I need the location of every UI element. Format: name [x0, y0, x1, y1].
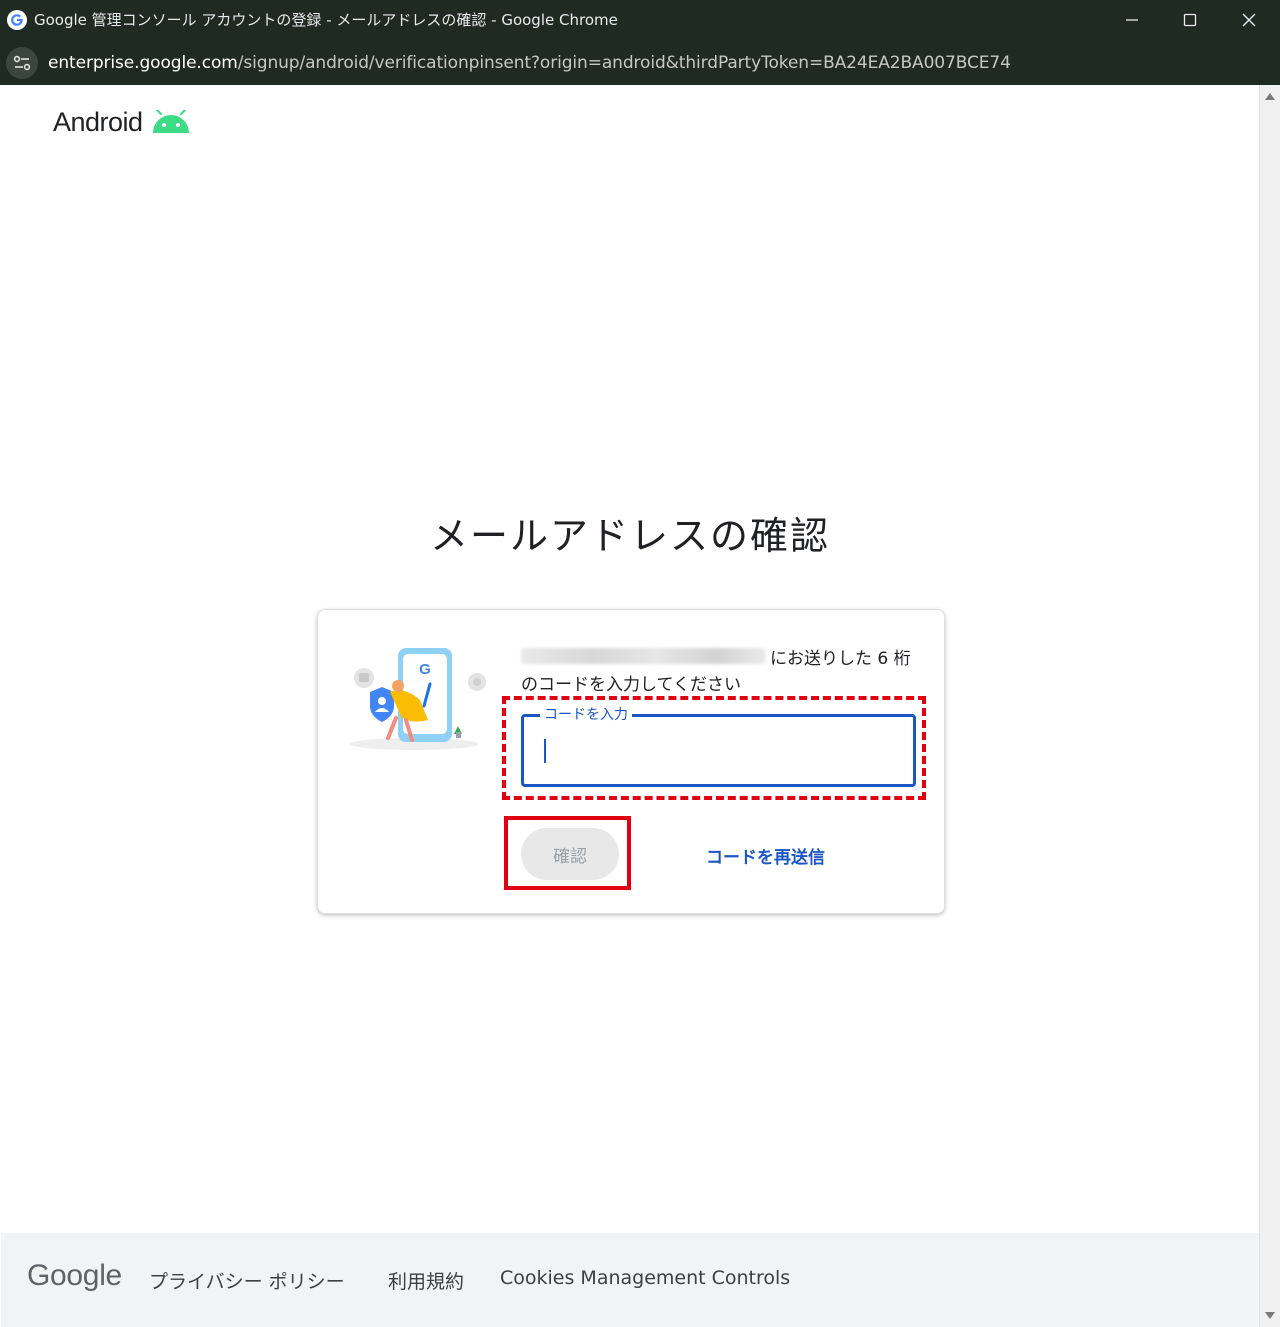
address-bar[interactable]: enterprise.google.com/signup/android/ver…	[0, 40, 1280, 85]
minimize-button[interactable]	[1103, 0, 1161, 40]
text-caret	[544, 739, 546, 763]
scroll-up-arrow-icon[interactable]	[1264, 91, 1276, 101]
verification-card: G にお送りした 6 桁 のコードを入力してください コードを入力 確認 コード…	[317, 609, 945, 914]
scroll-down-arrow-icon[interactable]	[1264, 1311, 1276, 1321]
minimize-icon	[1126, 19, 1138, 21]
url-text[interactable]: enterprise.google.com/signup/android/ver…	[48, 52, 1011, 74]
instruction-text-line1: にお送りした 6 桁	[770, 649, 911, 669]
tune-icon	[13, 55, 31, 71]
maximize-icon	[1183, 13, 1197, 27]
page-content: Android メールアドレスの確認 G にお送りした 6 桁 のコードを入力し…	[1, 85, 1259, 1327]
footer: Google プライバシー ポリシー 利用規約 Cookies Manageme…	[1, 1233, 1259, 1327]
vertical-scrollbar[interactable]	[1259, 85, 1280, 1327]
close-button[interactable]	[1220, 0, 1278, 40]
android-logo-text: Android	[53, 107, 143, 137]
cookies-controls-link[interactable]: Cookies Management Controls	[500, 1267, 790, 1289]
url-host: enterprise.google.com	[48, 53, 238, 73]
title-bar: Google 管理コンソール アカウントの登録 - メールアドレスの確認 - G…	[0, 0, 1280, 40]
page-title: メールアドレスの確認	[429, 514, 830, 558]
url-path: /signup/android/verificationpinsent?orig…	[237, 53, 1011, 73]
maximize-button[interactable]	[1161, 0, 1219, 40]
code-field[interactable]: コードを入力	[521, 706, 916, 787]
google-logo: Google	[27, 1259, 122, 1292]
close-icon	[1242, 13, 1256, 27]
resend-code-link[interactable]: コードを再送信	[706, 843, 825, 868]
privacy-policy-link[interactable]: プライバシー ポリシー	[149, 1267, 345, 1294]
masked-email	[521, 648, 766, 664]
svg-text:G: G	[419, 661, 431, 678]
google-icon	[7, 10, 27, 30]
confirm-button[interactable]: 確認	[521, 828, 619, 880]
terms-link[interactable]: 利用規約	[388, 1267, 464, 1294]
site-info-button[interactable]	[6, 47, 38, 79]
verification-illustration: G	[350, 648, 486, 750]
code-field-label: コードを入力	[540, 706, 632, 724]
instruction-text-line2: のコードを入力してください	[521, 675, 741, 695]
android-robot-icon	[153, 110, 189, 133]
code-input[interactable]	[538, 731, 902, 771]
window-title: Google 管理コンソール アカウントの登録 - メールアドレスの確認 - G…	[34, 11, 618, 29]
